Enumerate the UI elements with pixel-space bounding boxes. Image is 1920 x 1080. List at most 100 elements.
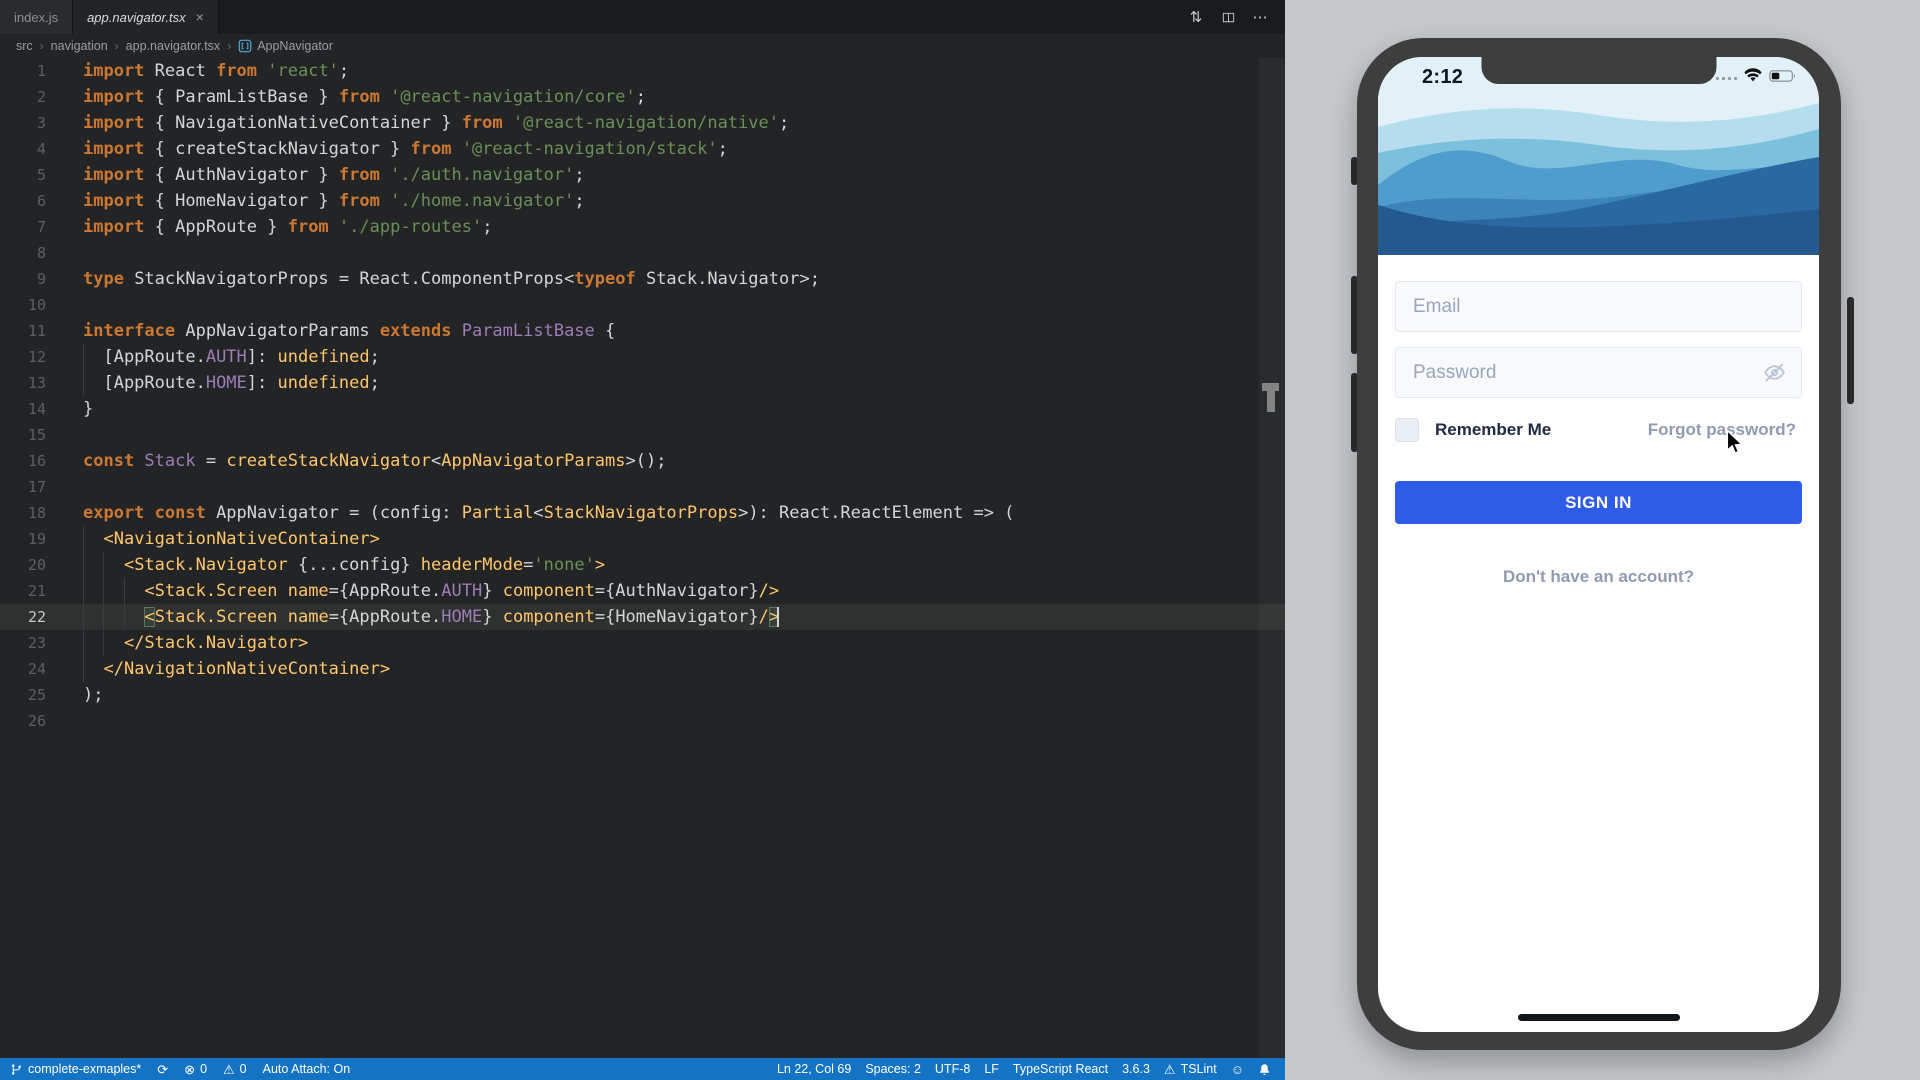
status-right-lf[interactable]: LF [984,1062,999,1076]
email-input[interactable] [1395,281,1802,332]
status-right-utf-8[interactable]: UTF-8 [935,1062,970,1076]
indent-guide [103,630,104,656]
code-line-18[interactable]: 18export const AppNavigator = (config: P… [0,500,1285,526]
tab-bar-tabs: index.jsapp.navigator.tsx× [0,0,219,34]
code-line-2[interactable]: 2import { ParamListBase } from '@react-n… [0,84,1285,110]
code-line-3[interactable]: 3import { NavigationNativeContainer } fr… [0,110,1285,136]
line-number: 23 [0,630,46,656]
status-right-ln-22-col-69[interactable]: Ln 22, Col 69 [777,1062,851,1076]
warning-icon: ⚠ [1164,1063,1176,1076]
code-line-7[interactable]: 7 import { AppRoute } from './app-routes'… [0,214,1285,240]
code-line-10[interactable]: 10 [0,292,1285,318]
indent-guide [83,604,84,630]
line-text: <Stack.Navigator {...config} headerMode=… [83,552,605,578]
home-indicator[interactable] [1518,1014,1680,1021]
line-number: 21 [0,578,46,604]
line-text: import { AppRoute } from './app-routes'; [83,214,492,240]
breadcrumb-separator: › [227,39,231,53]
indent-guide [83,630,84,656]
status-right-typescript-react[interactable]: TypeScript React [1013,1062,1108,1076]
code-editor[interactable]: 1import React from 'react';2import { Par… [0,58,1285,1058]
code-line-19[interactable]: 19 <NavigationNativeContainer> [0,526,1285,552]
code-line-20[interactable]: 20 <Stack.Navigator {...config} headerMo… [0,552,1285,578]
code-line-5[interactable]: 5import { AuthNavigator } from './auth.n… [0,162,1285,188]
code-line-25[interactable]: 25); [0,682,1285,708]
phone-screen: 2:12 [1378,57,1819,1032]
indent-guide [83,552,84,578]
status-label: LF [984,1062,999,1076]
breadcrumb-item-AppNavigator[interactable]: AppNavigator [238,39,333,53]
status-right-bell[interactable] [1258,1063,1271,1076]
line-text: type StackNavigatorProps = React.Compone… [83,266,820,292]
status-left-complete-exmaples-[interactable]: complete-exmaples* [10,1062,141,1076]
status-right-spaces-2[interactable]: Spaces: 2 [865,1062,921,1076]
code-line-11[interactable]: 11interface AppNavigatorParams extends P… [0,318,1285,344]
layout-toggle-icon[interactable]: ⇅ [1185,6,1207,28]
tab-bar-actions: ⇅⋯ [1185,0,1285,34]
status-left-auto-attach-on[interactable]: Auto Attach: On [263,1062,351,1076]
code-line-22[interactable]: 22 <Stack.Screen name={AppRoute.HOME} co… [0,604,1285,630]
code-line-4[interactable]: 4import { createStackNavigator } from '@… [0,136,1285,162]
code-line-17[interactable]: 17 [0,474,1285,500]
code-line-8[interactable]: 8 [0,240,1285,266]
line-number: 1 [0,58,46,84]
status-right-smiley[interactable]: ☺ [1231,1063,1244,1076]
status-left-0[interactable]: ⊗0 [184,1062,207,1076]
status-label: 3.6.3 [1122,1062,1150,1076]
sign-in-button[interactable]: SIGN IN [1395,481,1802,524]
toggle-password-visibility-button[interactable] [1761,360,1787,386]
bell-icon [1258,1063,1271,1076]
code-line-16[interactable]: 16const Stack = createStackNavigator<App… [0,448,1285,474]
breadcrumb-separator: › [115,39,119,53]
breadcrumb-label: app.navigator.tsx [126,39,221,53]
code-line-26[interactable]: 26 [0,708,1285,734]
indent-guide [103,578,104,604]
status-left-0[interactable]: ⚠0 [223,1062,247,1076]
status-label: Spaces: 2 [865,1062,921,1076]
code-line-13[interactable]: 13 [AppRoute.HOME]: undefined; [0,370,1285,396]
breadcrumb-item-src[interactable]: src [16,39,33,53]
code-line-23[interactable]: 23 </Stack.Navigator> [0,630,1285,656]
code-line-6[interactable]: 6import { HomeNavigator } from './home.n… [0,188,1285,214]
code-line-9[interactable]: 9type StackNavigatorProps = React.Compon… [0,266,1285,292]
branch-icon [10,1063,23,1076]
tab-index.js[interactable]: index.js [0,0,73,34]
code-line-14[interactable]: 14} [0,396,1285,422]
breadcrumb-item-app.navigator.tsx[interactable]: app.navigator.tsx [126,39,221,53]
remember-me-checkbox[interactable] [1395,418,1419,442]
tab-app.navigator.tsx[interactable]: app.navigator.tsx× [73,0,219,34]
status-bar-left: complete-exmaples* ⟳ ⊗0 ⚠0 Auto Attach: On [0,1062,350,1076]
status-bar-right: Ln 22, Col 69 Spaces: 2 UTF-8 LF TypeScript … [777,1062,1285,1076]
line-number: 7 [0,214,46,240]
line-text: [AppRoute.AUTH]: undefined; [83,344,380,370]
indent-guide [124,578,125,604]
status-bar: complete-exmaples*⟳⊗0⚠0Auto Attach: On L… [0,1058,1285,1080]
code-line-15[interactable]: 15 [0,422,1285,448]
line-number: 17 [0,474,46,500]
breadcrumb-separator: › [40,39,44,53]
smiley-icon: ☺ [1231,1063,1244,1076]
code-line-24[interactable]: 24 </NavigationNativeContainer> [0,656,1285,682]
line-number: 19 [0,526,46,552]
line-text: <NavigationNativeContainer> [83,526,380,552]
line-text: } [83,396,93,422]
tab-close-icon[interactable]: × [196,9,204,25]
code-line-1[interactable]: 1import React from 'react'; [0,58,1285,84]
more-actions-icon[interactable]: ⋯ [1249,6,1271,28]
status-right-3-6-3[interactable]: 3.6.3 [1122,1062,1150,1076]
code-line-21[interactable]: 21 <Stack.Screen name={AppRoute.AUTH} co… [0,578,1285,604]
status-label: 0 [200,1062,207,1076]
forgot-password-link[interactable]: Forgot password? [1648,420,1796,440]
editor-scrollbar[interactable] [1259,58,1285,1058]
password-input[interactable] [1395,347,1802,398]
code-line-12[interactable]: 12 [AppRoute.AUTH]: undefined; [0,344,1285,370]
breadcrumb-item-navigation[interactable]: navigation [51,39,108,53]
line-number: 14 [0,396,46,422]
status-right-tslint[interactable]: ⚠ TSLint [1164,1062,1217,1076]
split-editor-icon[interactable] [1217,6,1239,28]
status-left-sync[interactable]: ⟳ [157,1063,168,1076]
status-label: complete-exmaples* [28,1062,141,1076]
status-label: TSLint [1181,1062,1217,1076]
line-number: 25 [0,682,46,708]
signup-link[interactable]: Don't have an account? [1378,567,1819,587]
